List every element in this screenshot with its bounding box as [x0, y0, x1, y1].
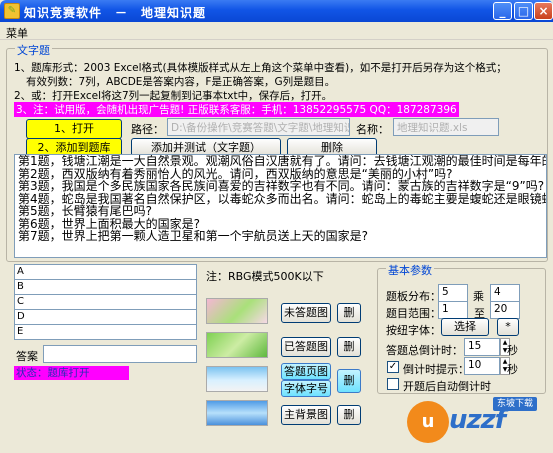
text-group-legend: 文字题 — [15, 42, 52, 58]
image-note: 注：RBG模式500K以下 — [206, 270, 324, 283]
range-to-field[interactable]: 20 — [490, 301, 520, 319]
auto-countdown-label: 开题后自动倒计时 — [403, 380, 491, 393]
countdown-label: 答题总倒计时： — [386, 344, 463, 357]
countdown-hint-field[interactable]: 10 — [464, 357, 500, 375]
question-line: 第7题，世界上把第一颗人造卫星和第一个宇航员送上天的国家是? — [18, 229, 369, 243]
answer-page-image-thumb — [206, 366, 268, 392]
select-font-button[interactable]: 选择 — [441, 318, 489, 336]
logo-circle: u — [407, 401, 449, 443]
option-d[interactable]: D — [15, 310, 196, 325]
instruction-line-2: 有效列数：7列，ABCDE是答案内容，F是正确答案，G列是题目。 — [26, 76, 336, 88]
question-line: 第1题，钱塘江潮是一大自然景观。观潮风俗自汉唐就有了。请问：去钱塘江观潮的最佳时… — [18, 154, 547, 168]
option-c[interactable]: C — [15, 295, 196, 310]
question-line: 第5题，长臂猿有尾巴吗? — [18, 204, 153, 218]
trial-warning: 3、注：试用版，会随机出现广告题! 正版联系客服：手机：13852295575 … — [14, 102, 459, 117]
times-label: 乘 — [473, 290, 484, 303]
countdown-hint-label: 倒计时提示： — [403, 363, 469, 376]
layout-rows-field[interactable]: 5 — [438, 284, 468, 302]
basic-params-legend: 基本参数 — [386, 262, 434, 278]
countdown-sec-label: 秒 — [507, 344, 518, 357]
main-background-button[interactable]: 主背景图 — [281, 405, 331, 425]
instruction-line-1: 1、题库形式：2003 Excel格式(具体模版样式从左上角这个菜单中查看)，如… — [14, 62, 507, 74]
range-label: 题目范围： — [386, 307, 441, 320]
main-background-thumb — [206, 400, 268, 426]
options-box: A B C D E — [14, 264, 197, 340]
logo-badge: 东坡下载 — [493, 397, 538, 411]
app-icon: ✎ — [4, 3, 20, 19]
layout-label: 题板分布： — [386, 290, 441, 303]
option-b[interactable]: B — [15, 280, 196, 295]
delete-answered-image-button[interactable]: 删 — [337, 337, 361, 357]
name-label: 名称： — [356, 123, 389, 136]
path-label: 路径： — [131, 123, 164, 136]
delete-unanswered-image-button[interactable]: 删 — [337, 303, 361, 323]
countdown-hint-sec-label: 秒 — [507, 363, 518, 376]
layout-cols-field[interactable]: 4 — [490, 284, 520, 302]
answered-image-thumb — [206, 332, 268, 358]
menu-bar: 菜单 — [0, 22, 553, 40]
delete-answer-page-image-button[interactable]: 删 — [337, 369, 361, 393]
option-e[interactable]: E — [15, 325, 196, 340]
answer-page-image-button[interactable]: 答题页图 — [281, 363, 331, 380]
range-from-field[interactable]: 1 — [438, 301, 468, 319]
option-a[interactable]: A — [15, 265, 196, 280]
font-options-button[interactable]: * — [497, 318, 519, 336]
name-field[interactable]: 地理知识题.xls — [393, 118, 499, 136]
title-bar: ✎ 知识竞赛软件 － 地理知识题 _ □ × — [0, 0, 553, 22]
delete-main-background-button[interactable]: 删 — [337, 405, 361, 425]
minimize-button[interactable]: _ — [493, 2, 512, 20]
instruction-line-3: 2、或：打开Excel将这7列一起复制到记事本txt中，保存后，打开。 — [14, 90, 333, 102]
unanswered-image-thumb — [206, 298, 268, 324]
countdown-field[interactable]: 15 — [464, 338, 500, 356]
question-list[interactable]: 第1题，钱塘江潮是一大自然景观。观潮风俗自汉唐就有了。请问：去钱塘江观潮的最佳时… — [14, 154, 547, 258]
answer-label: 答案 — [16, 350, 38, 363]
button-font-label: 按纽字体： — [386, 324, 441, 337]
unanswered-image-button[interactable]: 未答题图 — [281, 303, 331, 323]
answered-image-button[interactable]: 已答题图 — [281, 337, 331, 357]
close-button[interactable]: × — [534, 2, 553, 20]
answer-field[interactable] — [43, 345, 197, 363]
status-text: 状态：题库打开 — [14, 366, 129, 380]
path-field[interactable]: D:\备份操作\竞赛答题\文字题\地理知识题.xls — [167, 118, 350, 136]
menu-item-main[interactable]: 菜单 — [6, 25, 28, 41]
auto-countdown-checkbox[interactable] — [387, 378, 399, 390]
font-size-button[interactable]: 字体字号 — [281, 380, 331, 397]
countdown-hint-checkbox[interactable]: ✓ — [387, 361, 399, 373]
question-line: 第3题，我国是个多民族国家各民族间喜爱的吉祥数字也有不同。请问：蒙古族的吉祥数字… — [18, 179, 545, 193]
window-title: 知识竞赛软件 － 地理知识题 — [24, 6, 207, 20]
maximize-button[interactable]: □ — [514, 2, 533, 20]
watermark-logo: u uzzf 东坡下载 — [407, 397, 547, 449]
open-button[interactable]: 1、打开 — [26, 119, 122, 139]
